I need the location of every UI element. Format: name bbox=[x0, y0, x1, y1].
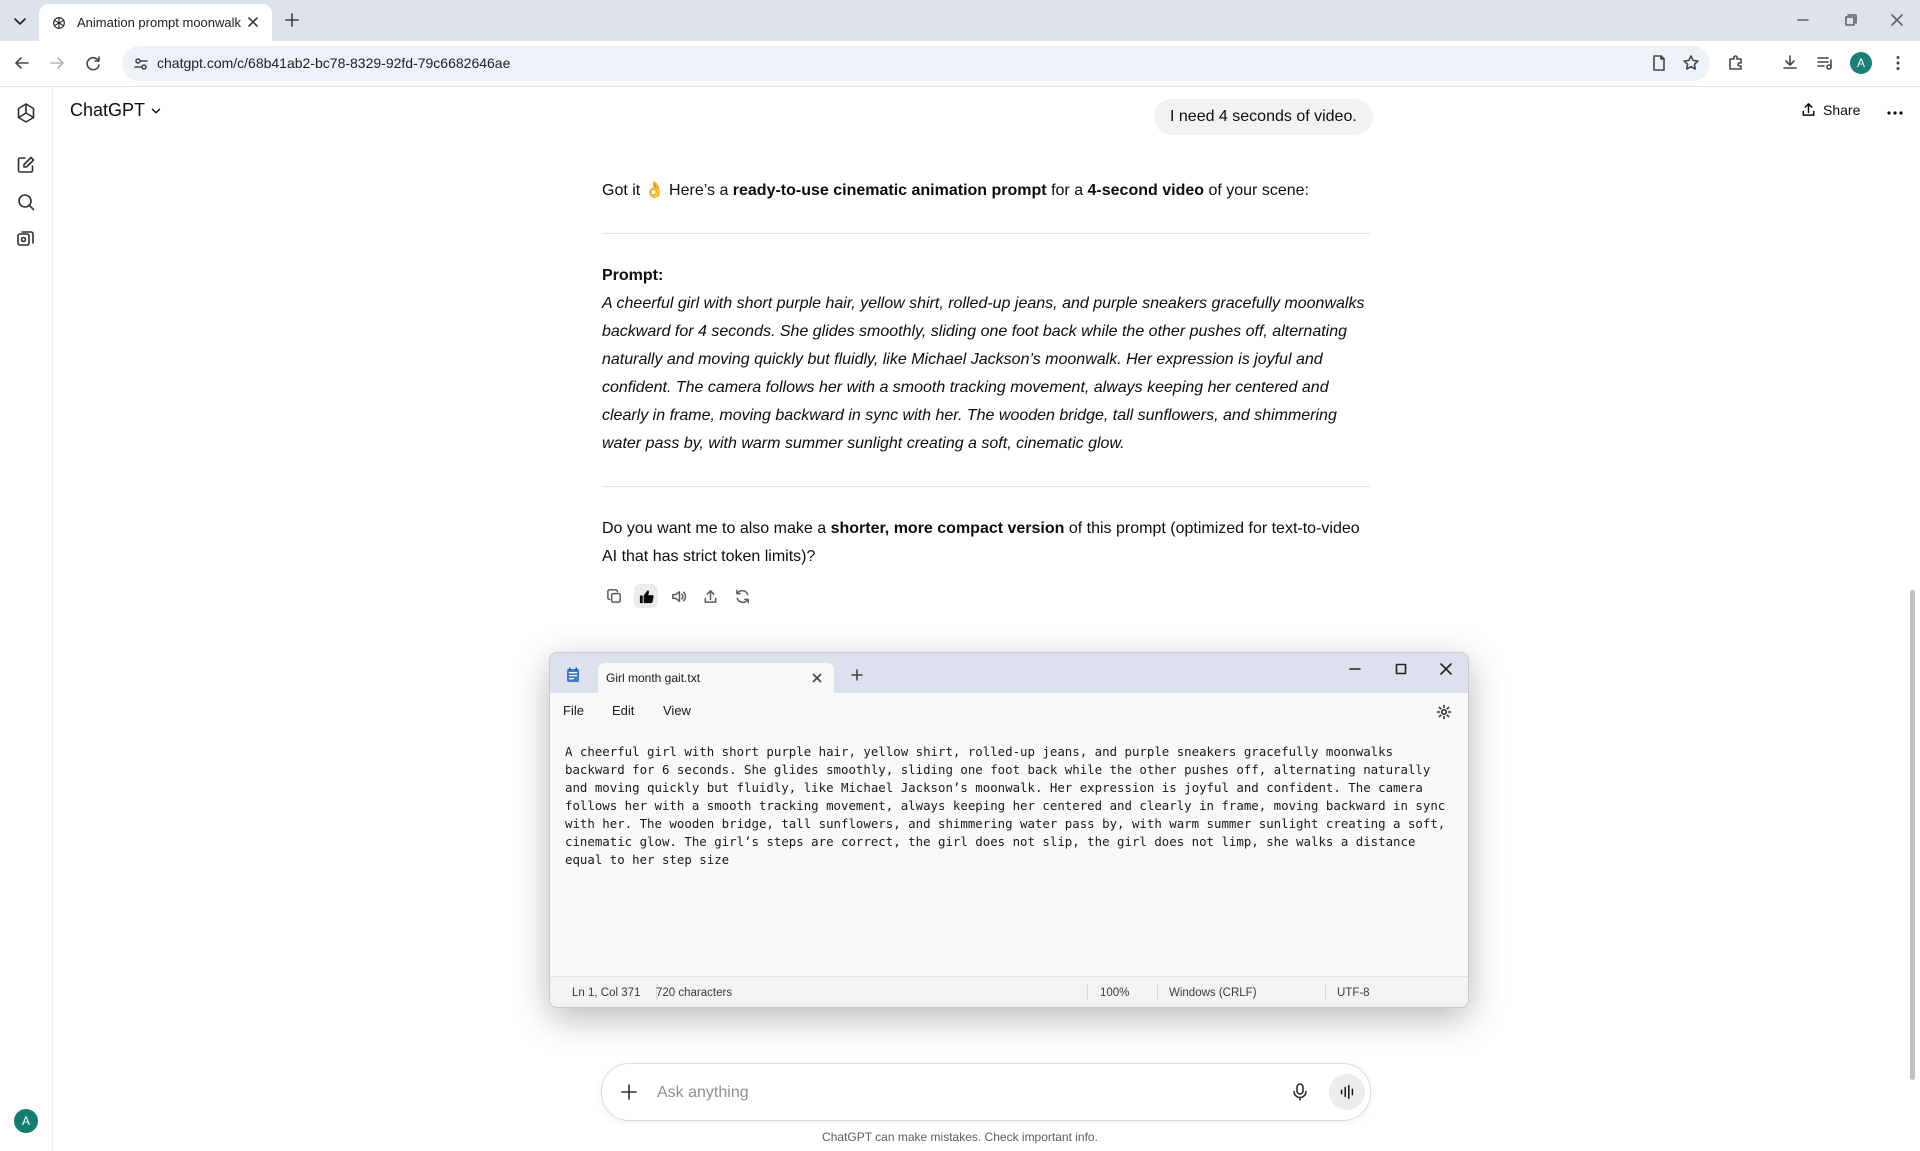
notepad-tab-close-icon[interactable] bbox=[810, 671, 824, 685]
url-text[interactable]: chatgpt.com/c/68b41ab2-bc78-8329-92fd-79… bbox=[157, 55, 510, 71]
window-restore-icon[interactable] bbox=[1841, 10, 1861, 30]
status-separator bbox=[1157, 984, 1158, 1001]
notepad-close-icon[interactable] bbox=[1436, 659, 1456, 679]
intro-bold-2: 4-second video bbox=[1087, 182, 1205, 199]
divider bbox=[602, 486, 1370, 487]
prompt-label: Prompt: bbox=[602, 267, 664, 284]
status-line-ending: Windows (CRLF) bbox=[1169, 987, 1257, 999]
notepad-text-editor[interactable]: A cheerful girl with short purple hair, … bbox=[565, 743, 1459, 869]
forward-arrow-icon[interactable] bbox=[47, 53, 67, 73]
share-button-label: Share bbox=[1823, 101, 1861, 118]
library-images-icon[interactable] bbox=[15, 228, 37, 250]
notepad-new-tab-plus-icon[interactable] bbox=[849, 667, 865, 683]
conversation-options-icon[interactable] bbox=[1884, 104, 1906, 122]
voice-mode-button[interactable] bbox=[1329, 1074, 1365, 1110]
site-info-tune-icon[interactable] bbox=[132, 55, 150, 73]
address-bar[interactable]: chatgpt.com/c/68b41ab2-bc78-8329-92fd-79… bbox=[122, 46, 1710, 81]
new-tab-plus-icon[interactable] bbox=[282, 10, 302, 30]
notepad-tab-active[interactable]: Girl month gait.txt bbox=[598, 663, 834, 693]
status-cursor-position: Ln 1, Col 371 bbox=[572, 987, 641, 999]
user-message-bubble: I need 4 seconds of video. bbox=[1154, 99, 1373, 135]
notepad-app-icon bbox=[566, 667, 580, 683]
notepad-maximize-icon[interactable] bbox=[1391, 659, 1411, 679]
window-minimize-icon[interactable] bbox=[1793, 10, 1813, 30]
add-attachment-plus-icon[interactable] bbox=[618, 1081, 640, 1103]
regenerate-icon[interactable] bbox=[730, 584, 754, 608]
chevron-down-icon bbox=[151, 108, 161, 113]
openai-logo-icon bbox=[51, 15, 67, 31]
message-actions bbox=[602, 584, 754, 608]
model-selector-label: ChatGPT bbox=[70, 100, 146, 120]
bookmark-star-icon[interactable] bbox=[1682, 54, 1700, 72]
notepad-window: Girl month gait.txt File Edit View A che… bbox=[549, 652, 1469, 1008]
voice-waveform-icon bbox=[1340, 1084, 1354, 1100]
browser-tab-active[interactable]: Animation prompt moonwalk bbox=[39, 4, 272, 41]
menu-edit[interactable]: Edit bbox=[612, 703, 634, 718]
share-upload-icon[interactable] bbox=[698, 584, 722, 608]
prompt-block: Prompt: A cheerful girl with short purpl… bbox=[602, 262, 1372, 458]
followup-bold-1: shorter, more compact version bbox=[830, 520, 1065, 537]
read-aloud-speaker-icon[interactable] bbox=[666, 584, 690, 608]
menu-view[interactable]: View bbox=[663, 703, 691, 718]
extensions-puzzle-icon[interactable] bbox=[1726, 53, 1746, 73]
search-icon[interactable] bbox=[15, 191, 37, 213]
document-icon[interactable] bbox=[1650, 54, 1668, 72]
notepad-tab-title: Girl month gait.txt bbox=[606, 671, 701, 685]
tab-search-chevron-icon[interactable] bbox=[8, 9, 32, 33]
chat-composer bbox=[601, 1063, 1371, 1121]
status-encoding: UTF-8 bbox=[1337, 987, 1370, 999]
notepad-menubar: File Edit View bbox=[550, 693, 1468, 728]
intro-bold-1: ready-to-use cinematic animation prompt bbox=[732, 182, 1047, 199]
thumbs-up-icon[interactable] bbox=[634, 584, 658, 608]
window-close-icon[interactable] bbox=[1887, 10, 1907, 30]
assistant-followup-text: Do you want me to also make a shorter, m… bbox=[602, 515, 1372, 571]
ask-anything-input[interactable] bbox=[655, 1079, 1239, 1107]
browser-tab-strip: Animation prompt moonwalk bbox=[0, 0, 1920, 41]
status-separator bbox=[1087, 984, 1088, 1001]
followup-text-1: Do you want me to also make a bbox=[602, 520, 831, 537]
microphone-icon[interactable] bbox=[1289, 1081, 1311, 1103]
share-upload-icon bbox=[1802, 103, 1815, 116]
chatgpt-sidebar: A bbox=[0, 87, 53, 1151]
page-scrollbar-thumb[interactable] bbox=[1910, 590, 1915, 1080]
status-separator bbox=[1325, 984, 1326, 1001]
intro-text-2: for a bbox=[1046, 182, 1088, 199]
menu-file[interactable]: File bbox=[563, 703, 584, 718]
browser-menu-kebab-icon[interactable] bbox=[1888, 53, 1908, 73]
disclaimer-text: ChatGPT can make mistakes. Check importa… bbox=[822, 1130, 1098, 1144]
notepad-statusbar: Ln 1, Col 371 720 characters 100% Window… bbox=[550, 976, 1468, 1007]
browser-profile-avatar[interactable]: A bbox=[1850, 52, 1872, 74]
copy-icon[interactable] bbox=[602, 584, 626, 608]
new-chat-compose-icon[interactable] bbox=[15, 154, 37, 176]
assistant-intro-text: Got it 👌 Here’s a ready-to-use cinematic… bbox=[602, 177, 1372, 205]
tab-close-icon[interactable] bbox=[245, 14, 261, 30]
divider bbox=[602, 233, 1370, 234]
status-zoom[interactable]: 100% bbox=[1100, 987, 1129, 999]
browser-tab-title: Animation prompt moonwalk bbox=[77, 15, 242, 30]
media-queue-icon[interactable] bbox=[1815, 53, 1835, 73]
prompt-body: A cheerful girl with short purple hair, … bbox=[602, 295, 1365, 452]
settings-gear-icon[interactable] bbox=[1436, 704, 1452, 720]
share-button[interactable]: Share bbox=[1800, 101, 1860, 118]
downloads-icon[interactable] bbox=[1780, 53, 1800, 73]
notepad-titlebar[interactable]: Girl month gait.txt bbox=[550, 653, 1468, 693]
back-arrow-icon[interactable] bbox=[12, 53, 32, 73]
notepad-minimize-icon[interactable] bbox=[1345, 659, 1365, 679]
intro-text-3: of your scene: bbox=[1204, 182, 1309, 199]
browser-toolbar: chatgpt.com/c/68b41ab2-bc78-8329-92fd-79… bbox=[0, 41, 1920, 87]
intro-text-1: Got it 👌 Here’s a bbox=[602, 182, 733, 199]
openai-logo-icon[interactable] bbox=[14, 101, 38, 125]
reload-icon[interactable] bbox=[83, 53, 103, 73]
status-character-count: 720 characters bbox=[656, 987, 733, 999]
model-selector[interactable]: ChatGPT bbox=[70, 100, 163, 121]
